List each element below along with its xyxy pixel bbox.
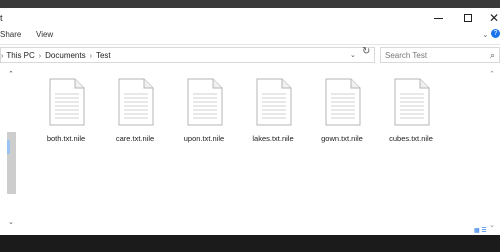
file-item[interactable]: gown.txt.nile [310, 78, 374, 158]
close-icon: ✕ [488, 11, 500, 25]
file-item[interactable]: both.txt.nile [34, 78, 98, 158]
file-name: cubes.txt.nile [389, 134, 433, 143]
text-file-icon [394, 78, 430, 126]
view-mode-icon[interactable]: ▦ ☰ [474, 227, 487, 234]
breadcrumb: › This PC › Documents › Test [1, 51, 111, 60]
help-button[interactable]: ? [491, 29, 500, 38]
title-text: t [0, 13, 3, 23]
address-bar[interactable]: › This PC › Documents › Test ⌄ [0, 47, 375, 63]
file-item[interactable]: lakes.txt.nile [241, 78, 305, 158]
tab-share[interactable]: Share [0, 30, 21, 39]
title-bar: t ✕ [0, 8, 500, 28]
address-dropdown-icon[interactable]: ⌄ [350, 51, 356, 59]
file-item[interactable]: care.txt.nile [103, 78, 167, 158]
breadcrumb-this-pc[interactable]: This PC [6, 51, 34, 60]
content-area: ⌃ ⌄ both.txt.nile care.txt.nile upon.txt… [0, 66, 500, 235]
content-scrollbar[interactable]: ⌃ ⌄ [486, 66, 500, 235]
breadcrumb-separator-icon: › [89, 53, 92, 60]
file-name: upon.txt.nile [183, 134, 225, 143]
refresh-icon[interactable]: ↻ [362, 46, 370, 57]
text-file-icon [118, 78, 154, 126]
file-name: lakes.txt.nile [252, 134, 294, 143]
navigation-pane: ⌃ ⌄ [0, 66, 18, 235]
nav-scroll-down-icon[interactable]: ⌄ [8, 218, 14, 226]
text-file-icon [49, 78, 85, 126]
breadcrumb-separator-icon: › [1, 53, 4, 60]
status-bar: ▦ ☰ [0, 227, 500, 235]
desktop-top-strip [0, 0, 500, 8]
minimize-button[interactable] [428, 10, 448, 26]
file-item[interactable]: upon.txt.nile [172, 78, 236, 158]
file-explorer-window: t ✕ Share View ⌄ ? › This PC › Documents › Te… [0, 8, 500, 235]
search-input[interactable] [385, 50, 481, 61]
breadcrumb-test[interactable]: Test [96, 51, 111, 60]
breadcrumb-documents[interactable]: Documents [45, 51, 85, 60]
text-file-icon [187, 78, 223, 126]
text-file-icon [256, 78, 292, 126]
tab-view[interactable]: View [36, 30, 53, 39]
breadcrumb-separator-icon: › [38, 53, 42, 60]
close-button[interactable]: ✕ [484, 10, 500, 26]
file-list: both.txt.nile care.txt.nile upon.txt.nil… [18, 66, 480, 235]
maximize-icon [464, 14, 472, 22]
file-name: care.txt.nile [115, 134, 155, 143]
ribbon-tabs: Share View ⌄ ? [0, 28, 500, 43]
search-icon[interactable]: ⌕ [490, 50, 495, 61]
ribbon-expand-icon[interactable]: ⌄ [482, 30, 489, 39]
maximize-button[interactable] [458, 10, 478, 26]
nav-selection-highlight [7, 140, 10, 154]
taskbar [0, 235, 500, 252]
scroll-up-icon[interactable]: ⌃ [489, 70, 495, 78]
address-row: ›This PC›Documents›Test ⌄ ↻ ⌕ [0, 44, 500, 64]
text-file-icon [325, 78, 361, 126]
file-item[interactable]: cubes.txt.nile [379, 78, 443, 158]
file-name: both.txt.nile [46, 134, 86, 143]
nav-scroll-up-icon[interactable]: ⌃ [8, 70, 14, 78]
desktop: t ✕ Share View ⌄ ? › This PC › Documents › Te… [0, 0, 500, 252]
search-box[interactable]: ⌕ [380, 47, 500, 63]
minimize-icon [433, 17, 443, 19]
file-name: gown.txt.nile [321, 134, 363, 143]
